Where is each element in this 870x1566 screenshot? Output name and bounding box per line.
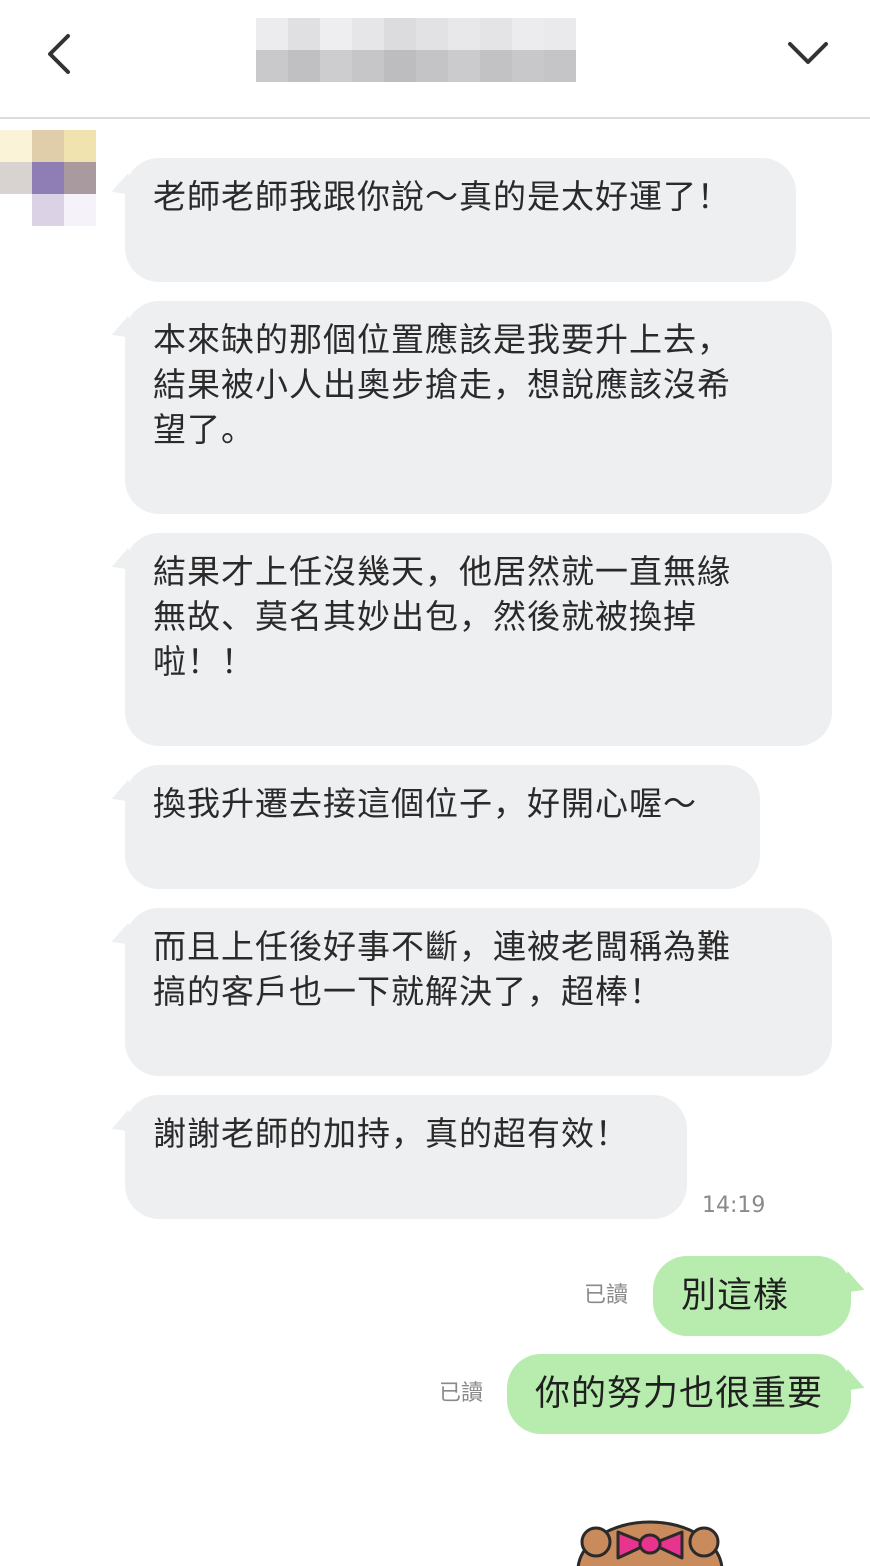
message-bubble-incoming[interactable]: 而且上任後好事不斷，連被老闆稱為難 搞的客戶也一下就解決了，超棒！ xyxy=(125,908,832,1076)
message-bubble-incoming[interactable]: 本來缺的那個位置應該是我要升上去， 結果被小人出奧步搶走，想說應該沒希 望了。 xyxy=(125,301,832,514)
message-line: 而且上任後好事不斷，連被老闆稱為難 xyxy=(153,927,731,966)
blur-pixel xyxy=(384,50,416,82)
message-line: 啦！！ xyxy=(153,642,255,681)
blur-pixel xyxy=(544,50,576,82)
avatar-pixel xyxy=(32,130,64,162)
message-line: 結果被小人出奧步搶走，想說應該沒希 xyxy=(153,365,731,404)
message-bubble-incoming[interactable]: 結果才上任沒幾天，他居然就一直無緣 無故、莫名其妙出包，然後就被換掉 啦！！ xyxy=(125,533,832,746)
avatar-pixel xyxy=(64,130,96,162)
blur-pixel xyxy=(256,50,288,82)
blur-pixel xyxy=(416,18,448,50)
message-line: 無故、莫名其妙出包，然後就被換掉 xyxy=(153,597,697,636)
message-bubble-incoming[interactable]: 謝謝老師的加持，真的超有效！ xyxy=(125,1095,687,1219)
blur-pixel xyxy=(320,18,352,50)
blur-pixel xyxy=(320,50,352,82)
blur-pixel xyxy=(352,50,384,82)
blur-pixel xyxy=(448,18,480,50)
avatar-pixel xyxy=(32,162,64,194)
blur-pixel xyxy=(512,50,544,82)
message-bubble-incoming[interactable]: 換我升遷去接這個位子，好開心喔～ xyxy=(125,765,760,889)
sticker-message[interactable] xyxy=(560,1500,740,1566)
sender-avatar[interactable] xyxy=(0,130,96,226)
chat-title-blurred xyxy=(256,18,576,82)
message-line: 謝謝老師的加持，真的超有效！ xyxy=(153,1114,629,1153)
read-receipt: 已讀 xyxy=(584,1283,629,1308)
blur-pixel xyxy=(544,18,576,50)
chevron-left-icon xyxy=(48,34,70,74)
message-text: 你的努力也很重要 xyxy=(535,1374,824,1414)
bear-with-bow-sticker-icon xyxy=(576,1520,724,1566)
blur-pixel xyxy=(384,18,416,50)
blur-pixel xyxy=(256,18,288,50)
blur-pixel xyxy=(480,50,512,82)
blur-pixel xyxy=(448,50,480,82)
message-line: 老師老師我跟你說～真的是太好運了！ xyxy=(153,177,731,216)
message-bubble-outgoing[interactable]: 別這樣說 xyxy=(653,1256,851,1396)
chevron-down-icon xyxy=(788,42,828,64)
avatar-pixel xyxy=(0,194,32,226)
message-line: 換我升遷去接這個位子，好開心喔～ xyxy=(153,784,697,823)
message-line: 本來缺的那個位置應該是我要升上去， xyxy=(153,320,731,359)
blur-pixel xyxy=(288,18,320,50)
read-receipt: 已讀 xyxy=(439,1381,484,1406)
blur-pixel xyxy=(352,18,384,50)
back-button[interactable] xyxy=(38,28,88,80)
chat-header xyxy=(0,0,870,119)
avatar-pixel xyxy=(0,130,32,162)
blur-pixel xyxy=(512,18,544,50)
menu-toggle-button[interactable] xyxy=(782,30,834,78)
blur-pixel xyxy=(416,50,448,82)
avatar-pixel xyxy=(64,194,96,226)
avatar-pixel xyxy=(64,162,96,194)
message-line: 結果才上任沒幾天，他居然就一直無緣 xyxy=(153,552,731,591)
blur-pixel xyxy=(288,50,320,82)
message-timestamp: 14:19 xyxy=(702,1193,766,1218)
message-bubble-incoming[interactable]: 老師老師我跟你說～真的是太好運了！ xyxy=(125,158,796,282)
message-line: 望了。 xyxy=(153,410,255,449)
message-bubble-outgoing[interactable]: 你的努力也很重要 xyxy=(507,1354,851,1434)
message-line: 搞的客戶也一下就解決了，超棒！ xyxy=(153,972,663,1011)
avatar-pixel xyxy=(0,162,32,194)
blur-pixel xyxy=(480,18,512,50)
avatar-pixel xyxy=(32,194,64,226)
